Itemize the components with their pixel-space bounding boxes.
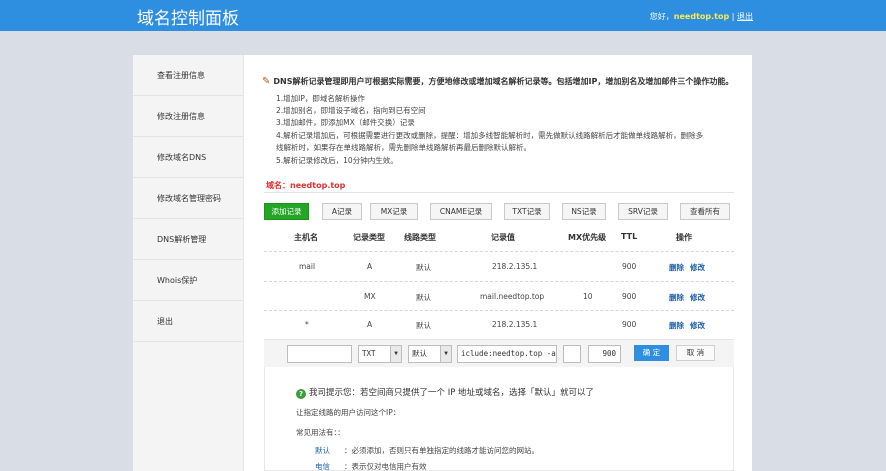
description-line: 5.解析记录修改后，10分钟内生效。: [276, 156, 398, 165]
cell-type: MX: [364, 292, 376, 301]
logout-link[interactable]: 退出: [737, 12, 753, 21]
brand-title: 域名控制面板: [137, 9, 239, 29]
mx-record-button[interactable]: MX记录: [370, 203, 418, 220]
column-header-host: 主机名: [294, 233, 318, 242]
tips-key: 默认: [315, 446, 330, 455]
cell-host: mail: [299, 262, 316, 271]
tips-text: ：必须添加，否则只有单独指定的线路才能访问您的网站。: [344, 446, 539, 455]
cancel-button[interactable]: 取 消: [676, 345, 715, 361]
dropdown-arrow-icon[interactable]: ▼: [390, 346, 401, 362]
cell-type: A: [367, 320, 373, 329]
mx-priority-input[interactable]: [563, 345, 581, 363]
question-icon: ?: [296, 389, 306, 399]
tips-usage-row: 默认 ：必须添加，否则只有单独指定的线路才能访问您的网站。: [315, 445, 539, 456]
txt-record-button[interactable]: TXT记录: [504, 203, 550, 220]
description-line: 4.解析记录增加后，可根据需要进行更改或删除，提醒：增加多线智能解析时，需先做默…: [276, 131, 704, 140]
cell-type: A: [367, 262, 373, 271]
tips-line: 常见用法有：：: [296, 428, 345, 437]
confirm-button[interactable]: 确 定: [634, 345, 669, 361]
tips-key: 电信: [315, 462, 330, 471]
user-bar: 您好，needtop.top | 退出: [650, 11, 753, 22]
srv-record-button[interactable]: SRV记录: [618, 203, 668, 220]
delete-link[interactable]: 删除: [669, 292, 684, 303]
view-all-button[interactable]: 查看所有: [680, 203, 730, 220]
sidebar-item-view-registration[interactable]: 查看注册信息: [133, 55, 244, 96]
greeting-text: 您好，: [649, 12, 674, 21]
cell-ttl: 900: [622, 292, 637, 301]
divider-line: [264, 192, 734, 193]
host-input[interactable]: [287, 345, 352, 363]
sidebar-item-edit-registration[interactable]: 修改注册信息: [133, 96, 244, 137]
description-title-text: DNS解析记录管理即用户可根据实际需要，方便地修改或增加域名解析记录等。包括增加…: [273, 77, 734, 86]
cell-line: 默认: [416, 263, 431, 272]
sidebar-item-edit-password[interactable]: 修改域名管理密码: [133, 178, 244, 219]
description-line: 2.增加别名，即增设子域名，指向到已有空间: [276, 106, 426, 115]
tips-usage-row: 电信 ：表示仅对电信用户有效: [315, 461, 427, 471]
sidebar-item-edit-dns[interactable]: 修改域名DNS: [133, 137, 244, 178]
a-record-button[interactable]: A记录: [322, 203, 362, 220]
add-record-button[interactable]: 添加记录: [264, 203, 309, 220]
cell-host: *: [305, 320, 309, 329]
cell-value: 218.2.135.1: [492, 262, 538, 271]
description-line: 3.增加邮件，即添加MX（邮件交换）记录: [276, 118, 415, 127]
description-title: ✎ DNS解析记录管理即用户可根据实际需要，方便地修改或增加域名解析记录等。包括增…: [262, 76, 733, 87]
domain-label: 域名：needtop.top: [266, 181, 346, 190]
tips-line: 让指定线路的用户访问这个IP：: [296, 408, 401, 417]
sidebar-item-logout[interactable]: 退出: [133, 301, 244, 342]
top-header: 域名控制面板 您好，needtop.top | 退出: [0, 0, 886, 31]
line-type-value: 默认: [412, 349, 427, 358]
pencil-icon: ✎: [262, 76, 271, 87]
edit-link[interactable]: 修改: [690, 262, 705, 273]
column-header-type: 记录类型: [353, 233, 385, 242]
description-line: 1.增加IP，即域名解析操作: [276, 94, 365, 103]
delete-link[interactable]: 删除: [669, 262, 684, 273]
record-type-value: TXT: [362, 349, 376, 358]
column-header-value: 记录值: [491, 233, 515, 242]
ns-record-button[interactable]: NS记录: [562, 203, 606, 220]
cell-value: 218.2.135.1: [492, 320, 538, 329]
edit-link[interactable]: 修改: [690, 292, 705, 303]
tips-text: ：表示仅对电信用户有效: [344, 462, 427, 471]
divider: |: [731, 12, 735, 21]
tips-title-text: 我司提示您：若空间商只提供了一个 IP 地址或域名，选择「默认」就可以了: [309, 388, 595, 398]
sidebar-item-whois-protection[interactable]: Whois保护: [133, 260, 244, 301]
record-value-input[interactable]: iclude:needtop.top -all: [457, 345, 557, 363]
description-line: 线解析时，如果存在单线路解析，需先删除单线路解析再最后删除默认解析。: [276, 143, 531, 152]
cell-line: 默认: [416, 321, 431, 330]
delete-link[interactable]: 删除: [669, 320, 684, 331]
column-header-mx: MX优先级: [568, 233, 607, 242]
cname-record-button[interactable]: CNAME记录: [430, 203, 492, 220]
tips-title: ? 我司提示您：若空间商只提供了一个 IP 地址或域名，选择「默认」就可以了: [296, 386, 594, 399]
cell-ttl: 900: [622, 320, 637, 329]
sidebar-item-dns-management[interactable]: DNS解析管理: [133, 219, 244, 260]
cell-line: 默认: [416, 293, 431, 302]
cell-mx: 10: [583, 292, 593, 301]
dropdown-arrow-icon[interactable]: ▼: [440, 346, 451, 362]
column-header-ttl: TTL: [621, 232, 638, 241]
username: needtop.top: [673, 12, 730, 21]
cell-value: mail.needtop.top: [480, 292, 545, 301]
cell-ttl: 900: [622, 262, 637, 271]
edit-link[interactable]: 修改: [690, 320, 705, 331]
sidebar: 查看注册信息 修改注册信息 修改域名DNS 修改域名管理密码 DNS解析管理 W…: [133, 55, 244, 471]
column-header-line: 线路类型: [404, 233, 436, 242]
ttl-input[interactable]: 900: [588, 345, 621, 363]
record-type-select[interactable]: TXT ▼: [358, 345, 402, 363]
line-type-select[interactable]: 默认 ▼: [408, 345, 452, 363]
column-header-actions: 操作: [676, 233, 692, 242]
